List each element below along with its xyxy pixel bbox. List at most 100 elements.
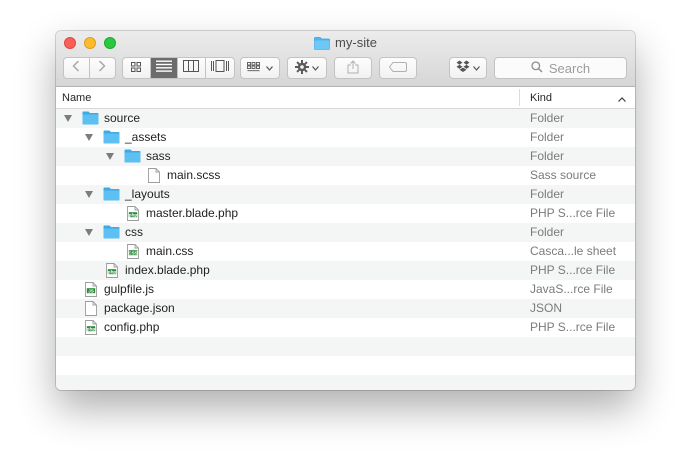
- gear-icon: [295, 59, 309, 77]
- file-kind: JSON: [530, 301, 563, 315]
- file-kind: JavaS...rce File: [530, 282, 613, 296]
- column-divider[interactable]: [519, 89, 520, 106]
- dropbox-icon: [456, 60, 470, 76]
- file-kind: Folder: [530, 111, 565, 125]
- chevron-left-icon: [72, 59, 80, 77]
- file-name: css: [125, 225, 143, 239]
- disclosure-triangle-icon[interactable]: [85, 191, 93, 198]
- arrange-icon: [247, 61, 263, 75]
- icon-view-icon: [131, 59, 142, 77]
- file-name: source: [104, 111, 141, 125]
- svg-text:php: php: [129, 212, 138, 217]
- list-view-button[interactable]: [150, 58, 179, 78]
- chevron-down-icon: [473, 62, 480, 74]
- folder-icon: [103, 187, 120, 204]
- list-item[interactable]: php master.blade.php PHP S...rce File: [56, 204, 635, 223]
- empty-row: [56, 356, 635, 375]
- folder-icon: [124, 149, 141, 166]
- list-item[interactable]: _layouts Folder: [56, 185, 635, 204]
- document-icon: [85, 301, 97, 319]
- chevron-down-icon: [312, 62, 319, 74]
- list-item[interactable]: css Folder: [56, 223, 635, 242]
- kind-column-header[interactable]: Kind: [530, 92, 552, 104]
- list-item[interactable]: JS gulpfile.js JavaS...rce File: [56, 280, 635, 299]
- file-name: _layouts: [125, 187, 170, 201]
- list-item[interactable]: php config.php PHP S...rce File: [56, 318, 635, 337]
- arrange-button[interactable]: [240, 57, 280, 79]
- file-kind: PHP S...rce File: [530, 206, 616, 220]
- list-item[interactable]: main.scss Sass source: [56, 166, 635, 185]
- column-header: Name Kind: [56, 87, 635, 109]
- share-button[interactable]: [334, 57, 372, 79]
- empty-row: [56, 375, 635, 390]
- folder-icon: [103, 130, 120, 147]
- file-name: package.json: [104, 301, 175, 315]
- js-file-icon: JS: [85, 282, 97, 300]
- disclosure-triangle-icon[interactable]: [106, 153, 114, 160]
- forward-button[interactable]: [90, 58, 115, 78]
- disclosure-triangle-icon[interactable]: [85, 229, 93, 236]
- list-item[interactable]: php index.blade.php PHP S...rce File: [56, 261, 635, 280]
- coverflow-view-icon: [210, 59, 229, 77]
- file-name: config.php: [104, 320, 160, 334]
- list-item[interactable]: package.json JSON: [56, 299, 635, 318]
- sort-ascending-icon: [618, 93, 626, 105]
- list-item[interactable]: _assets Folder: [56, 128, 635, 147]
- file-name: master.blade.php: [146, 206, 239, 220]
- tag-icon: [388, 61, 407, 75]
- name-column-header[interactable]: Name: [62, 92, 91, 104]
- chevron-right-icon: [98, 59, 106, 77]
- file-name: sass: [146, 149, 171, 163]
- search-placeholder: Search: [548, 60, 591, 76]
- empty-row: [56, 337, 635, 356]
- file-list: source Folder _assets Folder sass Folder main.…: [56, 109, 635, 390]
- file-kind: Sass source: [530, 168, 597, 182]
- view-mode-control: [122, 57, 235, 79]
- back-forward-control: [63, 57, 116, 79]
- file-kind: Casca...le sheet: [530, 244, 617, 258]
- column-view-button[interactable]: [178, 58, 206, 78]
- file-kind: PHP S...rce File: [530, 263, 616, 277]
- chevron-down-icon: [266, 62, 273, 74]
- file-name: main.css: [146, 244, 194, 258]
- svg-text:CSS: CSS: [128, 250, 137, 255]
- svg-text:php: php: [108, 269, 117, 274]
- folder-icon: [314, 37, 330, 55]
- file-kind: Folder: [530, 130, 565, 144]
- file-name: gulpfile.js: [104, 282, 155, 296]
- file-name: index.blade.php: [125, 263, 210, 277]
- search-icon: [531, 60, 549, 76]
- file-kind: Folder: [530, 225, 565, 239]
- file-name: main.scss: [167, 168, 221, 182]
- document-icon: [148, 168, 160, 186]
- file-kind: Folder: [530, 187, 565, 201]
- list-item[interactable]: CSS main.css Casca...le sheet: [56, 242, 635, 261]
- disclosure-triangle-icon[interactable]: [64, 115, 72, 122]
- tags-button[interactable]: [379, 57, 417, 79]
- list-item[interactable]: sass Folder: [56, 147, 635, 166]
- folder-icon: [82, 111, 99, 128]
- list-view-icon: [155, 59, 172, 77]
- php-file-icon: php: [127, 206, 139, 224]
- back-button[interactable]: [64, 58, 90, 78]
- share-icon: [347, 59, 359, 77]
- file-kind: Folder: [530, 149, 565, 163]
- icon-view-button[interactable]: [123, 58, 151, 78]
- dropbox-button[interactable]: [449, 57, 487, 79]
- svg-text:JS: JS: [88, 288, 94, 293]
- svg-text:php: php: [87, 326, 96, 331]
- php-file-icon: php: [106, 263, 118, 281]
- php-file-icon: php: [85, 320, 97, 338]
- css-file-icon: CSS: [127, 244, 139, 262]
- window-title-text: my-site: [335, 35, 377, 50]
- disclosure-triangle-icon[interactable]: [85, 134, 93, 141]
- search-field[interactable]: Search: [494, 57, 627, 79]
- action-button[interactable]: [287, 57, 327, 79]
- folder-icon: [103, 225, 120, 242]
- file-name: _assets: [125, 130, 167, 144]
- file-kind: PHP S...rce File: [530, 320, 616, 334]
- coverflow-view-button[interactable]: [206, 58, 234, 78]
- window-title: my-site: [56, 34, 635, 55]
- finder-window: my-site Search Name Kind source Folder _…: [56, 31, 635, 390]
- list-item[interactable]: source Folder: [56, 109, 635, 128]
